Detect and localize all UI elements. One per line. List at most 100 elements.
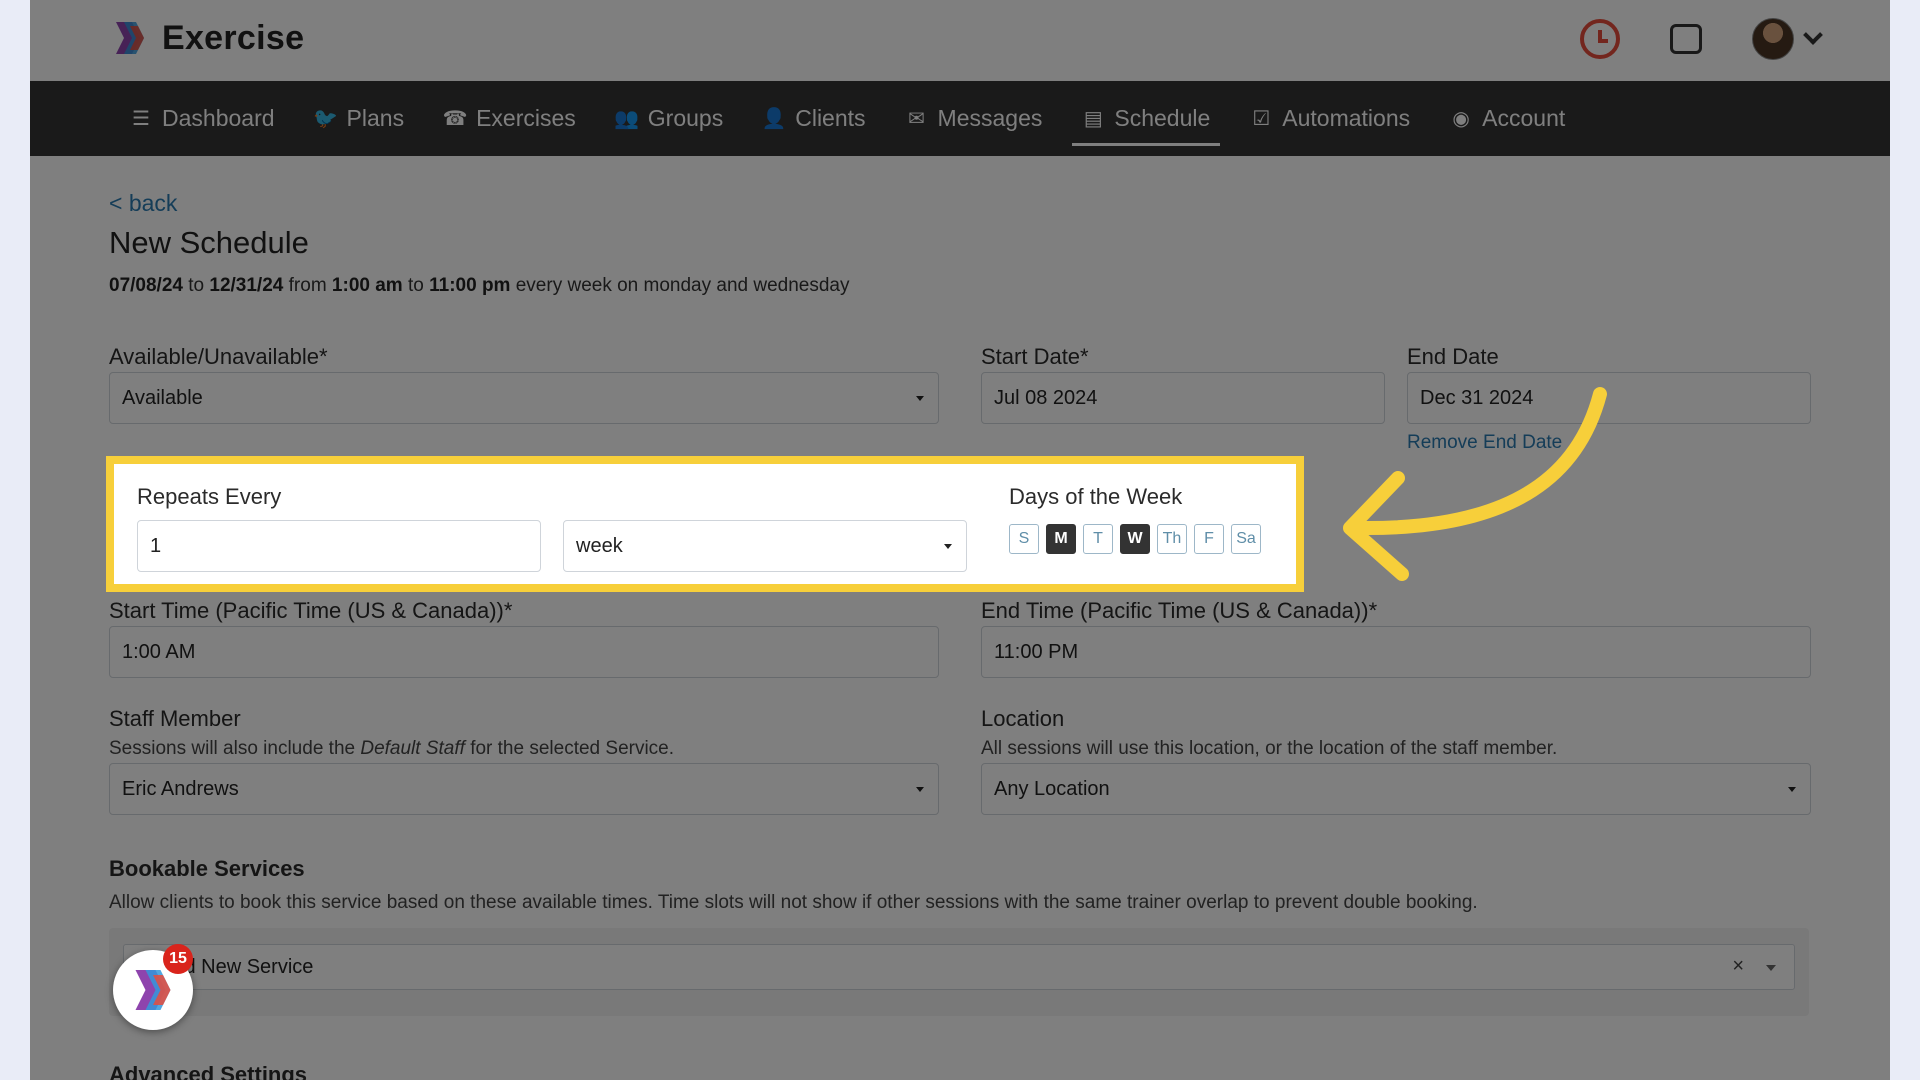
twitter-icon: 🐦 bbox=[313, 108, 338, 130]
start-time-value: 1:00 AM bbox=[122, 640, 196, 663]
list-icon: ☰ bbox=[132, 108, 150, 130]
users-icon: 👥 bbox=[614, 108, 640, 130]
nav-item-plans[interactable]: 🐦 Plans bbox=[295, 81, 425, 156]
caret-down-icon[interactable] bbox=[1766, 965, 1776, 971]
staff-help-pre: Sessions will also include the bbox=[109, 738, 361, 759]
day-button-sa[interactable]: Sa bbox=[1231, 524, 1261, 554]
day-button-m[interactable]: M bbox=[1046, 524, 1076, 554]
phone-square-icon: ☎ bbox=[442, 108, 468, 130]
nav-item-dashboard[interactable]: ☰ Dashboard bbox=[110, 81, 295, 156]
summary-from: from bbox=[288, 275, 327, 296]
repeats-unit-value: week bbox=[576, 534, 623, 557]
envelope-icon: ✉ bbox=[908, 108, 925, 130]
staff-help: Sessions will also include the Default S… bbox=[109, 738, 674, 760]
repeats-unit-select[interactable]: week bbox=[563, 520, 967, 572]
caret-down-icon bbox=[1788, 787, 1796, 792]
nav-label: Exercises bbox=[476, 105, 576, 131]
repeats-label: Repeats Every bbox=[137, 484, 282, 509]
summary-to1: to bbox=[188, 275, 205, 296]
end-date-label: End Date bbox=[1407, 344, 1499, 369]
nav-item-groups[interactable]: 👥 Groups bbox=[596, 81, 743, 156]
nav-item-schedule[interactable]: ▤ Schedule bbox=[1062, 81, 1230, 156]
end-time-field[interactable]: 11:00 PM bbox=[981, 626, 1811, 678]
start-time-label: Start Time (Pacific Time (US & Canada))* bbox=[109, 598, 513, 623]
day-button-s[interactable]: S bbox=[1009, 524, 1039, 554]
caret-down-icon bbox=[916, 787, 924, 792]
square-icon[interactable] bbox=[1670, 24, 1702, 54]
app-window: Exercise ☰ Dashboard 🐦 Plans ☎ Exercises 👥 Grou… bbox=[30, 0, 1890, 1080]
caret-down-icon bbox=[916, 396, 924, 401]
nav-label: Plans bbox=[346, 105, 405, 131]
availability-label: Available/Unavailable* bbox=[109, 344, 328, 369]
end-time-label: End Time (Pacific Time (US & Canada))* bbox=[981, 598, 1378, 623]
nav-label: Automations bbox=[1282, 105, 1411, 131]
user-icon: 👤 bbox=[761, 108, 787, 130]
top-icons bbox=[1580, 18, 1823, 60]
nav-item-clients[interactable]: 👤 Clients bbox=[743, 81, 885, 156]
schedule-summary: 07/08/24 to 12/31/24 from 1:00 am to 11:… bbox=[109, 275, 1819, 297]
yellow-arrow-icon bbox=[1343, 387, 1607, 581]
day-button-f[interactable]: F bbox=[1194, 524, 1224, 554]
caret-down-icon bbox=[944, 544, 952, 549]
summary-rest: every week on monday and wednesday bbox=[515, 275, 850, 296]
nav-label: Account bbox=[1482, 105, 1566, 131]
summary-start-time: 1:00 am bbox=[331, 275, 403, 296]
repeat-highlight-box: Repeats Every 1 week Days of the Week SM… bbox=[106, 456, 1304, 592]
top-bar: Exercise bbox=[30, 0, 1890, 81]
back-link[interactable]: < back bbox=[109, 190, 177, 217]
summary-end: 12/31/24 bbox=[209, 275, 284, 296]
availability-value: Available bbox=[122, 386, 203, 409]
summary-end-time: 11:00 pm bbox=[429, 275, 511, 296]
day-button-th[interactable]: Th bbox=[1157, 524, 1187, 554]
services-label: Bookable Services bbox=[109, 856, 305, 881]
location-value: Any Location bbox=[994, 777, 1110, 800]
nav-item-automations[interactable]: ☑ Automations bbox=[1230, 81, 1430, 156]
location-select[interactable]: Any Location bbox=[981, 763, 1811, 815]
services-box: Add New Service × bbox=[109, 928, 1809, 1016]
user-menu[interactable] bbox=[1752, 18, 1823, 60]
location-label: Location bbox=[981, 706, 1065, 731]
nav-item-messages[interactable]: ✉ Messages bbox=[886, 81, 1063, 156]
start-date-field[interactable]: Jul 08 2024 bbox=[981, 372, 1385, 424]
staff-help-em: Default Staff bbox=[360, 738, 465, 759]
summary-to2: to bbox=[407, 275, 424, 296]
staff-help-post: for the selected Service. bbox=[464, 738, 675, 759]
page-content: < back New Schedule 07/08/24 to 12/31/24… bbox=[109, 190, 1819, 297]
end-time-value: 11:00 PM bbox=[994, 640, 1079, 663]
app-logo-icon bbox=[116, 22, 144, 54]
nav-item-exercises[interactable]: ☎ Exercises bbox=[424, 81, 596, 156]
nav-item-account[interactable]: ◉ Account bbox=[1430, 81, 1585, 156]
availability-select[interactable]: Available bbox=[109, 372, 939, 424]
staff-label: Staff Member bbox=[109, 706, 241, 731]
page-title: New Schedule bbox=[109, 225, 309, 260]
notification-badge: 15 bbox=[163, 944, 193, 974]
start-date-value: Jul 08 2024 bbox=[994, 386, 1098, 409]
main-nav: ☰ Dashboard 🐦 Plans ☎ Exercises 👥 Groups 👤 Client… bbox=[30, 81, 1890, 156]
summary-start: 07/08/24 bbox=[109, 275, 183, 296]
services-input[interactable]: Add New Service × bbox=[123, 944, 1795, 990]
day-button-t[interactable]: T bbox=[1083, 524, 1113, 554]
chevron-down-icon[interactable] bbox=[1803, 25, 1823, 45]
start-date-label: Start Date* bbox=[981, 344, 1089, 369]
app-name: Exercise bbox=[162, 18, 305, 57]
check-square-icon: ☑ bbox=[1252, 108, 1271, 130]
location-help: All sessions will use this location, or … bbox=[981, 738, 1558, 759]
clock-icon[interactable] bbox=[1580, 19, 1620, 59]
days-label: Days of the Week bbox=[1009, 484, 1183, 509]
nav-label: Messages bbox=[937, 105, 1043, 131]
repeats-value: 1 bbox=[150, 534, 162, 557]
staff-select[interactable]: Eric Andrews bbox=[109, 763, 939, 815]
nav-label: Clients bbox=[795, 105, 866, 131]
brand[interactable]: Exercise bbox=[110, 18, 304, 58]
clear-icon[interactable]: × bbox=[1732, 955, 1744, 978]
start-time-field[interactable]: 1:00 AM bbox=[109, 626, 939, 678]
user-circle-icon: ◉ bbox=[1452, 108, 1470, 130]
day-button-w[interactable]: W bbox=[1120, 524, 1150, 554]
services-help: Allow clients to book this service based… bbox=[109, 892, 1478, 913]
advanced-settings-label[interactable]: Advanced Settings bbox=[109, 1062, 307, 1080]
book-icon: ▤ bbox=[1083, 108, 1103, 130]
nav-label: Groups bbox=[647, 105, 724, 131]
repeats-input[interactable]: 1 bbox=[137, 520, 541, 572]
nav-label: Dashboard bbox=[162, 105, 275, 131]
avatar[interactable] bbox=[1752, 18, 1794, 60]
